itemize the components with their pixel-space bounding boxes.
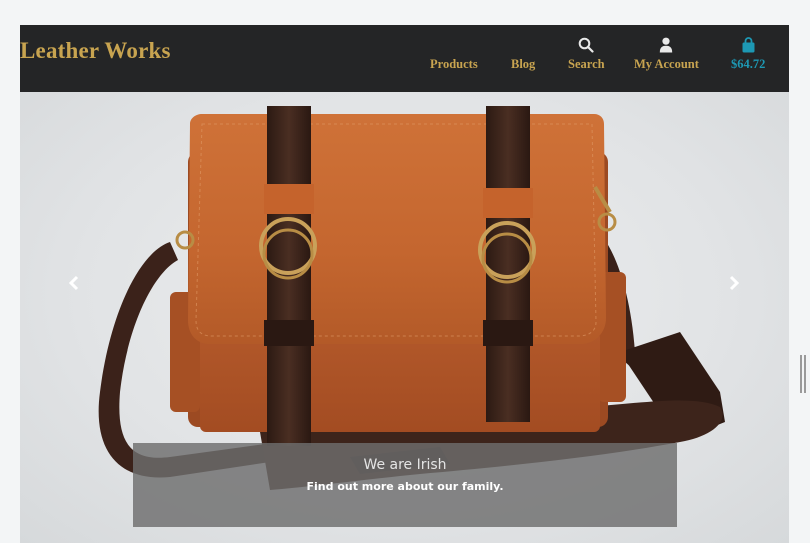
nav-search-label: Search — [568, 57, 605, 71]
nav-products[interactable]: Products — [430, 25, 478, 92]
nav-cart[interactable]: $64.72 — [731, 25, 765, 92]
nav-my-account[interactable]: My Account — [634, 25, 699, 92]
chevron-left-icon — [68, 275, 80, 296]
search-icon — [578, 35, 594, 53]
shopping-bag-icon — [741, 35, 756, 53]
nav-blog[interactable]: Blog — [511, 25, 535, 92]
caption-subtitle[interactable]: Find out more about our family. — [307, 480, 504, 493]
nav-blog-label: Blog — [511, 57, 536, 71]
hero-carousel[interactable]: We are Irish Find out more about our fam… — [20, 92, 789, 543]
nav-search[interactable]: Search — [568, 25, 605, 92]
page-frame: Leather Works Products Blog Search My Ac… — [20, 25, 789, 543]
hero-caption[interactable]: We are Irish Find out more about our fam… — [133, 443, 677, 527]
user-icon — [659, 35, 673, 53]
nav-products-label: Products — [430, 57, 478, 71]
brand-logo[interactable]: Leather Works — [20, 38, 171, 64]
carousel-next-button[interactable] — [724, 275, 744, 295]
scrollbar-handle[interactable] — [800, 355, 808, 393]
chevron-right-icon — [728, 275, 740, 296]
top-navbar: Leather Works Products Blog Search My Ac… — [20, 25, 789, 92]
carousel-prev-button[interactable] — [64, 275, 84, 295]
caption-title: We are Irish — [363, 457, 447, 473]
nav-my-account-label: My Account — [634, 57, 699, 71]
cart-total: $64.72 — [731, 57, 766, 71]
